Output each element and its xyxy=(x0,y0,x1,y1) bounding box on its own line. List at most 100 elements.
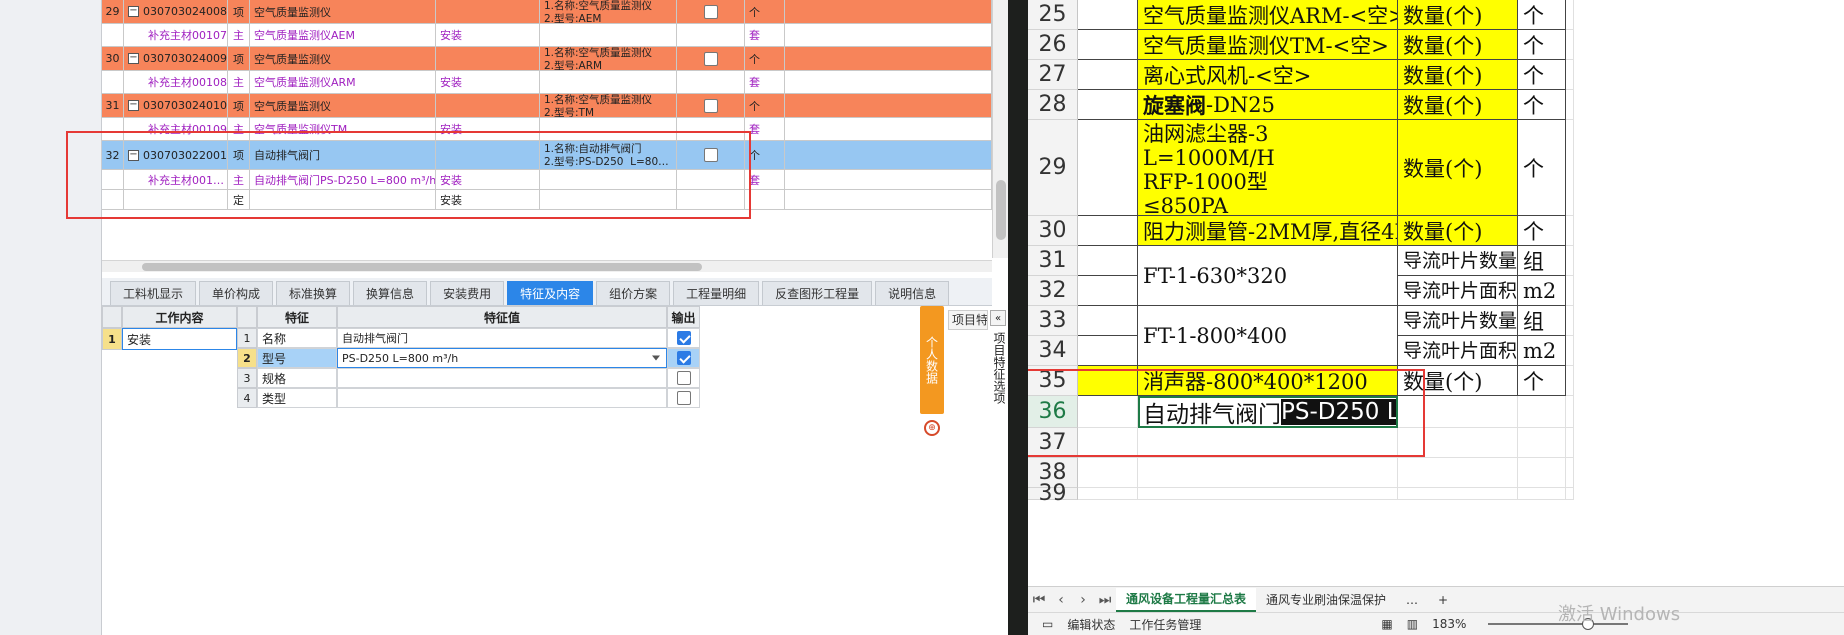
output-checkbox-cell[interactable] xyxy=(677,71,745,93)
grid-cell-type[interactable]: 主 xyxy=(228,71,250,93)
grid-cell-name[interactable]: 空气质量监测仪 xyxy=(250,0,436,23)
tab-6[interactable]: 特征及内容 xyxy=(507,281,594,305)
dropdown-arrow-icon[interactable] xyxy=(652,355,660,361)
output-checkbox-cell[interactable] xyxy=(677,170,745,189)
grid-horizontal-scrollbar[interactable] xyxy=(102,260,992,272)
grid-cell-work[interactable] xyxy=(436,94,540,117)
grid-cell-unit[interactable]: 套 xyxy=(745,170,785,189)
grid-cell-desc[interactable] xyxy=(540,71,677,93)
grid-cell-code[interactable]: −030703024009 xyxy=(124,47,228,70)
sheet-tab-summary[interactable]: 通风设备工程量汇总表 xyxy=(1116,587,1257,612)
output-checkbox-cell[interactable] xyxy=(677,141,745,169)
row-header[interactable]: 36 xyxy=(1028,396,1078,428)
grid-cell-unit[interactable] xyxy=(745,190,785,209)
grid-cell-type[interactable]: 项 xyxy=(228,94,250,117)
grid-cell-type[interactable]: 主 xyxy=(228,24,250,46)
output-checkbox[interactable] xyxy=(703,4,718,19)
normal-view-icon[interactable]: ▦ xyxy=(1381,617,1392,631)
collapse-toggle-icon[interactable]: − xyxy=(128,53,139,64)
grid-row[interactable]: 补充主材00108 主空气质量监测仪ARM 安装 套 xyxy=(102,71,992,94)
sheet-cell-b[interactable] xyxy=(1138,458,1398,488)
output-checkbox-cell[interactable] xyxy=(677,24,745,46)
zoom-level[interactable]: 183% xyxy=(1432,617,1466,631)
sheet-cell-d[interactable] xyxy=(1518,488,1566,500)
sheet-cell-a[interactable] xyxy=(1078,120,1138,216)
sheet-cell-d[interactable] xyxy=(1518,396,1566,428)
sheet-cell-d[interactable]: 个 xyxy=(1518,30,1566,60)
sheet-cell-b[interactable] xyxy=(1138,428,1398,458)
grid-row[interactable]: 31−030703024010 项空气质量监测仪 1.名称:空气质量监测仪 2.型号… xyxy=(102,94,992,118)
grid-row[interactable]: 32−030703022001 项自动排气阀门 1.名称:自动排气阀门 2.型号:P… xyxy=(102,141,992,170)
output-checkbox-cell[interactable] xyxy=(677,47,745,70)
sheet-cell-c[interactable]: 导流叶片数量(组) xyxy=(1398,246,1518,276)
sheet-cell-e[interactable] xyxy=(1566,90,1574,120)
tab-7[interactable]: 组价方案 xyxy=(596,281,671,305)
grid-vertical-scrollbar[interactable] xyxy=(992,0,1008,258)
sheet-cell-c[interactable]: 数量(个) xyxy=(1398,216,1518,246)
tab-9[interactable]: 反查图形工程量 xyxy=(762,281,873,305)
sheet-cell-c[interactable] xyxy=(1398,488,1518,500)
output-cell[interactable] xyxy=(667,348,700,368)
grid-cell-unit[interactable]: 套 xyxy=(745,118,785,140)
tab-5[interactable]: 安装费用 xyxy=(430,281,505,305)
grid-cell-extra[interactable] xyxy=(785,190,992,209)
grid-cell-type[interactable]: 项 xyxy=(228,141,250,169)
sheet-merged-cell[interactable]: FT-1-800*400 xyxy=(1138,306,1398,366)
row-header[interactable]: 32 xyxy=(1028,276,1078,306)
grid-row[interactable]: 定 安装 xyxy=(102,190,992,210)
grid-cell-name[interactable]: 空气质量监测仪ARM xyxy=(250,71,436,93)
sheet-cell-e[interactable] xyxy=(1566,60,1574,90)
grid-cell-num[interactable] xyxy=(102,71,124,93)
feature-name-cell[interactable]: 名称 xyxy=(257,328,337,348)
sheet-cell-e[interactable] xyxy=(1566,396,1574,428)
grid-cell-desc[interactable] xyxy=(540,118,677,140)
sheet-cell-c[interactable]: 数量(个) xyxy=(1398,120,1518,216)
sheet-cell-e[interactable] xyxy=(1566,488,1574,500)
grid-cell-num[interactable] xyxy=(102,190,124,209)
prev-sheet-icon[interactable]: ‹ xyxy=(1050,592,1072,608)
grid-cell-name[interactable]: 空气质量监测仪 xyxy=(250,47,436,70)
grid-cell-type[interactable]: 主 xyxy=(228,170,250,189)
sheet-cell-c[interactable]: 数量(个) xyxy=(1398,0,1518,30)
collapse-toggle-icon[interactable]: − xyxy=(128,149,139,161)
sheet-cell-a[interactable] xyxy=(1078,0,1138,30)
scroll-thumb[interactable] xyxy=(996,180,1006,240)
grid-cell-extra[interactable] xyxy=(785,47,992,70)
sheet-cell-c[interactable] xyxy=(1398,458,1518,488)
feature-value-cell[interactable] xyxy=(337,388,667,408)
grid-row[interactable]: 补充主材001… 主自动排气阀门PS-D250 L=800 m³/h 安装 套 xyxy=(102,170,992,190)
personal-data-panel[interactable]: 个人数据 xyxy=(920,306,944,414)
sheet-cell-b[interactable]: 离心式风机-<空> xyxy=(1138,60,1398,90)
last-sheet-icon[interactable]: ⏭ xyxy=(1094,592,1116,608)
grid-cell-num[interactable]: 29 xyxy=(102,0,124,23)
sheet-cell-b[interactable]: 自动排气阀门PS-D250 L=800 m³/h xyxy=(1138,396,1398,428)
output-checkbox[interactable] xyxy=(703,51,718,66)
output-checkbox[interactable] xyxy=(676,351,691,365)
grid-cell-extra[interactable] xyxy=(785,24,992,46)
grid-cell-unit[interactable]: 个 xyxy=(745,94,785,117)
tab-8[interactable]: 工程量明细 xyxy=(673,281,760,305)
project-feature-tab[interactable]: 项目特 xyxy=(948,310,988,330)
feature-name-cell[interactable]: 规格 xyxy=(257,368,337,388)
output-checkbox[interactable] xyxy=(676,391,691,405)
row-header[interactable]: 26 xyxy=(1028,30,1078,60)
output-checkbox-cell[interactable] xyxy=(677,190,745,209)
collapse-toggle-icon[interactable]: − xyxy=(128,100,139,111)
sheet-cell-a[interactable] xyxy=(1078,428,1138,458)
sheet-cell-d[interactable]: 个 xyxy=(1518,366,1566,396)
grid-cell-name[interactable]: 空气质量监测仪 xyxy=(250,94,436,117)
tab-1[interactable]: 工料机显示 xyxy=(110,281,197,305)
tab-10[interactable]: 说明信息 xyxy=(875,281,950,305)
feature-value-cell[interactable]: PS-D250 L=800 m³/h xyxy=(337,348,667,368)
tab-2[interactable]: 单价构成 xyxy=(199,281,274,305)
sheet-cell-a[interactable] xyxy=(1078,246,1138,276)
grid-cell-desc[interactable]: 1.名称:自动排气阀门 2.型号:PS-D250 L=80… xyxy=(540,141,677,169)
row-header[interactable]: 35 xyxy=(1028,366,1078,396)
sheet-cell-e[interactable] xyxy=(1566,216,1574,246)
sheet-cell-d[interactable]: 组 xyxy=(1518,246,1566,276)
grid-cell-type[interactable]: 定 xyxy=(228,190,250,209)
add-sheet-button[interactable]: + xyxy=(1428,588,1458,612)
grid-row[interactable]: 30−030703024009 项空气质量监测仪 1.名称:空气质量监测仪 2.型号… xyxy=(102,47,992,71)
sheet-cell-e[interactable] xyxy=(1566,246,1574,276)
sheet-cell-b[interactable]: 油网滤尘器-3 L=1000M/H RFP-1000型 ≤850PA xyxy=(1138,120,1398,216)
